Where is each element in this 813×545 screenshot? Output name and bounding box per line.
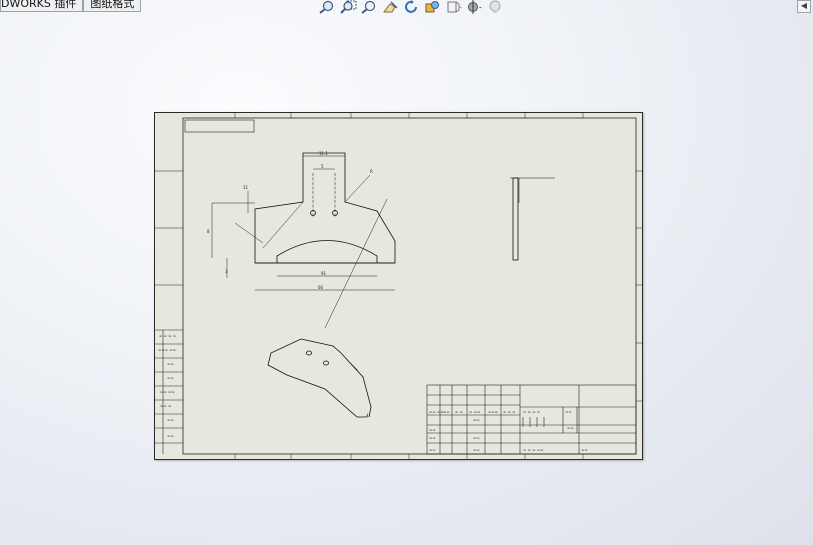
panel-collapse-arrow-icon[interactable]: ◀: [797, 0, 811, 13]
left-strip: [155, 170, 183, 454]
title-block: [426, 384, 637, 455]
command-manager-tabs: DWORKS 插件 图纸格式: [0, 0, 142, 12]
svg-text:==: ==: [429, 435, 436, 440]
svg-text:3: 3: [225, 269, 228, 274]
zoom-in-out-icon[interactable]: [360, 0, 378, 14]
svg-text:===: ===: [488, 409, 498, 414]
svg-text:==: ==: [167, 417, 174, 422]
svg-text:91: 91: [321, 271, 327, 276]
svg-text:==: ==: [473, 435, 480, 440]
dimension-lines: [211, 155, 395, 329]
svg-text:R: R: [370, 169, 373, 174]
svg-text:== =: == =: [160, 403, 171, 408]
svg-text:== ==: == ==: [160, 389, 175, 394]
svg-text:11: 11: [243, 185, 249, 190]
title-block-labels: == == == = = = == === = = = = = = = == ======…: [429, 409, 588, 452]
svg-text:= = =: = = =: [503, 409, 516, 414]
drawing-canvas: = = = ==== == ==== == ==== = ==== 11.1 5…: [155, 113, 642, 459]
svg-text:8: 8: [207, 229, 210, 234]
svg-text:==: ==: [567, 425, 574, 430]
left-strip-labels: = = = = === == == == == == == = == ==: [158, 333, 176, 438]
svg-text:==: ==: [443, 409, 450, 414]
svg-text:= = = ==: = = = ==: [523, 447, 544, 452]
tab-sheet-format[interactable]: 图纸格式: [83, 0, 142, 12]
tab-solidworks-addins[interactable]: DWORKS 插件: [0, 0, 84, 12]
heads-up-view-toolbar: [318, 0, 504, 14]
side-view: [510, 177, 555, 261]
svg-text:= ==: = ==: [469, 409, 480, 414]
svg-text:==: ==: [473, 417, 480, 422]
isometric-view: [267, 338, 372, 418]
svg-text:==: ==: [429, 427, 436, 432]
svg-text:==: ==: [167, 433, 174, 438]
svg-text:==: ==: [565, 409, 572, 414]
display-style-icon[interactable]: [423, 0, 441, 13]
svg-text:= = = =: = = = =: [159, 333, 176, 338]
svg-text:==: ==: [473, 447, 480, 452]
svg-text:60: 60: [318, 285, 324, 290]
front-view: [254, 152, 396, 264]
svg-text:= =: = =: [455, 409, 463, 414]
svg-text:=== ==: === ==: [158, 347, 176, 352]
svg-text:==: ==: [581, 447, 588, 452]
inner-border: [182, 117, 637, 455]
svg-text:==: ==: [167, 375, 174, 380]
svg-text:==: ==: [167, 361, 174, 366]
svg-text:= = = =: = = = =: [523, 409, 540, 414]
top-left-label-box: [184, 119, 255, 133]
rotate-icon[interactable]: [402, 0, 420, 13]
appearance-icon[interactable]: [486, 0, 504, 13]
view-orientation-icon[interactable]: [444, 0, 462, 13]
dimension-labels: 11.1 5 11 60 R 8 91 3: [207, 151, 373, 290]
svg-text:== ==: == ==: [429, 409, 444, 414]
zoom-to-fit-icon[interactable]: [318, 0, 336, 14]
hide-show-icon[interactable]: [465, 0, 483, 14]
select-icon[interactable]: [381, 0, 399, 13]
zoom-to-area-icon[interactable]: [339, 0, 357, 14]
svg-text:11.1: 11.1: [319, 151, 328, 156]
drawing-sheet[interactable]: = = = = === == == == == == == = == == 11…: [154, 112, 643, 460]
svg-text:==: ==: [429, 447, 436, 452]
svg-text:5: 5: [321, 164, 324, 169]
